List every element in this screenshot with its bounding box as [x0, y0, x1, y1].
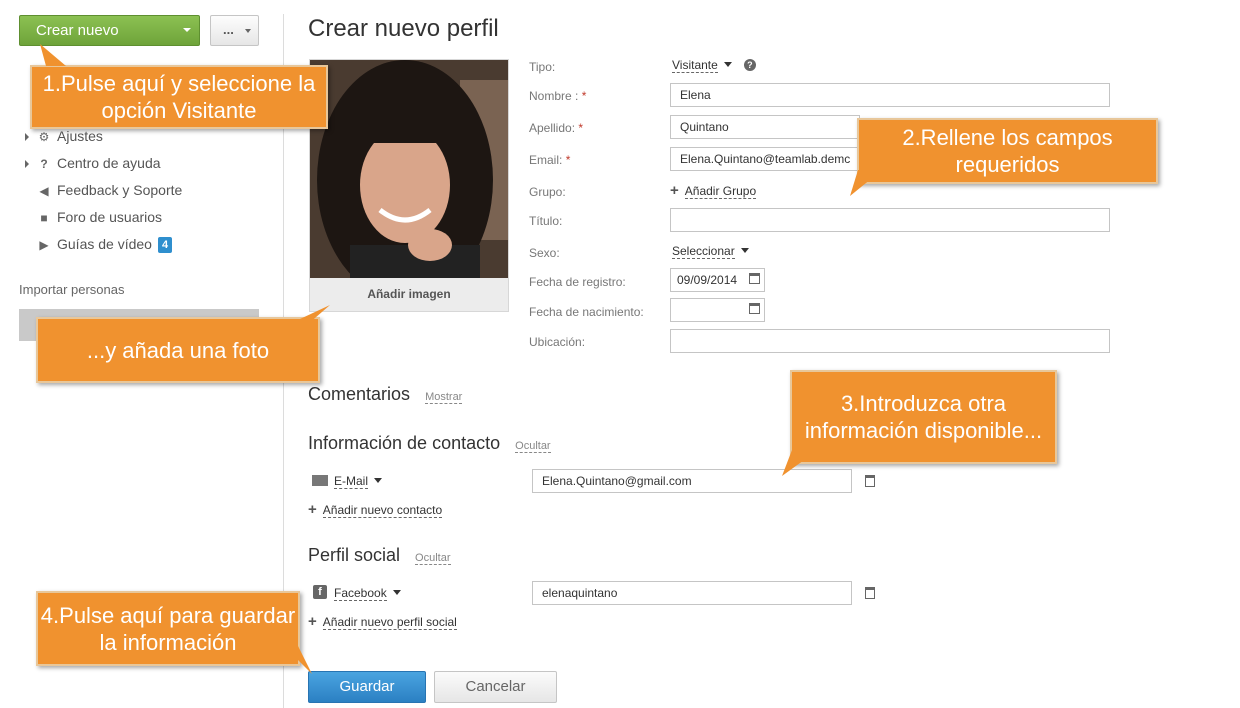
callout-pointer — [284, 646, 312, 674]
sidebar-item-label: Foro de usuarios — [57, 209, 163, 225]
birth-date-label: Fecha de nacimiento: — [529, 305, 644, 319]
expand-arrow-icon — [25, 133, 29, 142]
type-label: Tipo: — [529, 60, 556, 74]
plus-icon: + — [308, 613, 317, 630]
create-new-button[interactable]: Crear nuevo — [19, 15, 200, 46]
sidebar-item-label: Guías de vídeo — [57, 236, 152, 252]
email-field[interactable]: Elena.Quintano@teamlab.demc — [670, 147, 860, 171]
type-value: Visitante — [672, 58, 718, 73]
chevron-down-icon — [245, 29, 251, 33]
speech-bubble-icon: ■ — [40, 211, 48, 225]
registration-date-label: Fecha de registro: — [529, 275, 626, 289]
page-title: Crear nuevo perfil — [308, 15, 499, 42]
gender-label: Sexo: — [529, 246, 560, 260]
plus-icon: + — [308, 501, 317, 518]
play-icon: ▶ — [39, 238, 49, 252]
gender-dropdown[interactable]: Seleccionar — [672, 242, 749, 260]
callout-pointer — [782, 450, 818, 476]
sidebar-item-label: Centro de ayuda — [57, 155, 161, 171]
trash-icon[interactable] — [865, 475, 875, 487]
contact-type-dropdown[interactable]: E-Mail — [334, 472, 383, 490]
callout-pointer — [300, 305, 330, 331]
contact-type-value: E-Mail — [334, 474, 369, 489]
sidebar-item-video-guides[interactable]: ▶ Guías de vídeo 4 — [25, 233, 173, 255]
sidebar-item-feedback[interactable]: ◀ Feedback y Soporte — [25, 179, 182, 201]
calendar-icon[interactable] — [749, 303, 760, 314]
social-profile-title: Perfil social Ocultar — [308, 545, 451, 566]
gender-value: Seleccionar — [672, 244, 735, 259]
add-contact-link[interactable]: + Añadir nuevo contacto — [308, 501, 443, 518]
chevron-down-icon — [392, 590, 401, 596]
calendar-icon[interactable] — [749, 273, 760, 284]
question-icon: ? — [40, 157, 48, 171]
callout-step-4: 4.Pulse aquí para guardar la información — [36, 591, 300, 666]
title-field[interactable] — [670, 208, 1110, 232]
social-type-value: Facebook — [334, 586, 387, 601]
sidebar-item-forum[interactable]: ■ Foro de usuarios — [25, 206, 162, 228]
sidebar-item-help-center[interactable]: ? Centro de ayuda — [25, 152, 161, 174]
group-label: Grupo: — [529, 185, 566, 199]
location-field[interactable] — [670, 329, 1110, 353]
chevron-down-icon — [740, 248, 749, 254]
add-social-label: Añadir nuevo perfil social — [322, 615, 457, 630]
type-dropdown[interactable]: Visitante? — [672, 56, 756, 74]
facebook-icon: f — [313, 585, 327, 599]
contact-info-title: Información de contacto Ocultar — [308, 433, 551, 454]
gear-icon: ⚙ — [38, 130, 50, 144]
cancel-button[interactable]: Cancelar — [434, 671, 557, 703]
profile-photo[interactable]: Añadir imagen — [309, 59, 509, 312]
location-label: Ubicación: — [529, 335, 586, 349]
social-type-dropdown[interactable]: Facebook — [334, 584, 401, 602]
first-name-label: Nombre : * — [529, 89, 587, 103]
import-people-title: Importar personas — [19, 282, 125, 297]
email-label: Email: * — [529, 153, 571, 167]
show-comments-link[interactable]: Mostrar — [425, 391, 463, 404]
callout-step-2: 2.Rellene los campos requeridos — [857, 118, 1158, 184]
registration-date-value: 09/09/2014 — [677, 273, 738, 287]
chevron-down-icon — [183, 28, 191, 32]
sidebar-item-label: Feedback y Soporte — [57, 182, 183, 198]
social-profile-field[interactable]: elenaquintano — [532, 581, 852, 605]
title-label: Título: — [529, 214, 563, 228]
callout-step-1: 1.Pulse aquí y seleccione la opción Visi… — [30, 65, 328, 129]
birth-date-field[interactable] — [670, 298, 765, 322]
add-group-label: Añadir Grupo — [684, 184, 757, 199]
callout-pointer — [850, 170, 882, 196]
count-badge: 4 — [157, 237, 173, 254]
create-new-label: Crear nuevo — [36, 22, 119, 39]
contact-info-title-text: Información de contacto — [308, 433, 501, 453]
megaphone-icon: ◀ — [39, 184, 49, 198]
plus-icon: + — [670, 182, 679, 199]
hide-social-link[interactable]: Ocultar — [415, 552, 451, 565]
social-profile-title-text: Perfil social — [308, 545, 401, 565]
sidebar-item-label: Ajustes — [57, 128, 103, 144]
save-button[interactable]: Guardar — [308, 671, 426, 703]
comments-title: Comentarios Mostrar — [308, 384, 463, 405]
registration-date-field[interactable]: 09/09/2014 — [670, 268, 765, 292]
last-name-label: Apellido: * — [529, 121, 584, 135]
last-name-field[interactable]: Quintano — [670, 115, 860, 139]
callout-step-3: 3.Introduzca otra información disponible… — [790, 370, 1057, 464]
chevron-down-icon — [374, 478, 383, 484]
profile-photo-image — [310, 60, 508, 278]
add-image-button[interactable]: Añadir imagen — [310, 278, 508, 311]
add-group-link[interactable]: + Añadir Grupo — [670, 182, 757, 199]
first-name-field[interactable]: Elena — [670, 83, 1110, 107]
add-contact-label: Añadir nuevo contacto — [322, 503, 443, 518]
help-icon[interactable]: ? — [743, 58, 756, 71]
expand-arrow-icon — [25, 160, 29, 169]
chevron-down-icon — [723, 62, 732, 68]
add-social-link[interactable]: + Añadir nuevo perfil social — [308, 613, 457, 630]
hide-contact-link[interactable]: Ocultar — [515, 440, 551, 453]
comments-title-text: Comentarios — [308, 384, 411, 404]
more-actions-button[interactable]: ... — [210, 15, 259, 46]
callout-pointer — [40, 44, 66, 66]
envelope-icon — [312, 475, 328, 486]
trash-icon[interactable] — [865, 587, 875, 599]
more-actions-label: ... — [223, 22, 234, 37]
callout-photo: ...y añada una foto — [36, 317, 320, 383]
